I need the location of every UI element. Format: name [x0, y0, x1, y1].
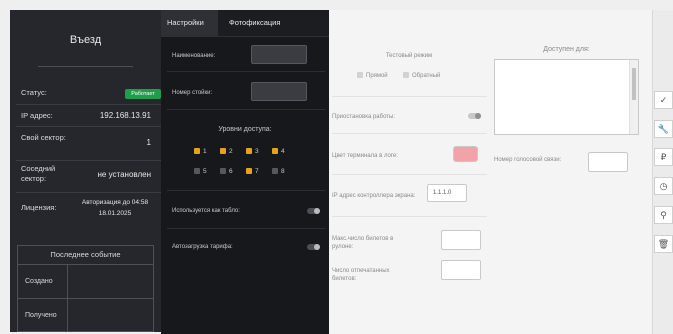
voice-number-input[interactable]	[588, 152, 628, 172]
name-input[interactable]	[251, 45, 307, 64]
max-tickets-label: Макс.число билетов в рулоне:	[332, 236, 394, 250]
list-scrollbar[interactable]	[629, 60, 638, 134]
last-event-table: Последнее событие Создано Получено	[17, 245, 154, 332]
display-controller-ip-input[interactable]: 1.1.1.0	[427, 184, 467, 202]
checkbox-checked-icon	[246, 148, 252, 154]
available-for-label: Доступен для:	[543, 46, 590, 53]
radio-icon	[403, 72, 409, 78]
name-label: Наименование:	[172, 53, 216, 59]
tab-photo-capture[interactable]: Фотофиксация	[229, 18, 280, 27]
logo-color-label: Цвет терминала в логе:	[332, 153, 398, 159]
entry-panel: Въезд Статус: Работает IP адрес: 192.168…	[10, 10, 161, 332]
checkbox-unchecked-icon	[220, 168, 226, 174]
divider	[16, 104, 161, 105]
divider	[167, 71, 325, 72]
radio-icon	[357, 72, 363, 78]
autoload-tariff-toggle[interactable]	[307, 244, 320, 250]
status-badge: Работает	[125, 89, 161, 99]
ruble-icon[interactable]: ₽	[654, 148, 673, 166]
test-mode-direct[interactable]: Прямой	[357, 72, 388, 80]
access-level-2[interactable]: 2	[220, 148, 233, 156]
access-level-8[interactable]: 8	[272, 168, 285, 176]
access-level-6[interactable]: 6	[220, 168, 233, 176]
pause-work-toggle[interactable]	[468, 113, 481, 119]
checkbox-checked-icon	[246, 168, 252, 174]
divider	[332, 96, 487, 97]
pause-work-label: Приостановка работы:	[332, 114, 395, 120]
table-col-line	[67, 265, 68, 332]
clock-icon[interactable]: ◷	[654, 177, 673, 195]
voice-number-label: Номер голосовой связи:	[494, 157, 562, 163]
access-level-4[interactable]: 4	[272, 148, 285, 156]
neighbor-sector-label: Соседний сектор:	[21, 164, 56, 183]
divider	[332, 133, 487, 134]
ip-label: IP адрес:	[21, 111, 53, 120]
scrollbar-thumb[interactable]	[632, 68, 636, 100]
checkbox-checked-icon	[194, 148, 200, 154]
checkbox-unchecked-icon	[272, 168, 278, 174]
action-toolbar	[652, 10, 673, 334]
table-row-line	[18, 298, 153, 299]
status-label: Статус:	[21, 88, 47, 97]
divider	[167, 228, 325, 229]
access-level-7[interactable]: 7	[246, 168, 259, 176]
divider	[167, 190, 325, 191]
license-label: Лицензия:	[21, 203, 57, 212]
display-controller-ip-label: IP адрес контроллера экрана:	[332, 193, 416, 199]
trash-icon[interactable]: 🗑	[654, 235, 673, 253]
access-levels-title: Уровни доступа:	[218, 126, 272, 133]
access-level-1[interactable]: 1	[194, 148, 207, 156]
autoload-tariff-label: Автозагрузка тарифа:	[172, 244, 233, 250]
printed-tickets-label: Число отпечатанных билетов:	[332, 268, 390, 282]
checkbox-unchecked-icon	[194, 168, 200, 174]
divider	[16, 126, 161, 127]
divider	[167, 109, 325, 110]
divider	[332, 174, 487, 175]
own-sector-label: Свой сектор:	[21, 133, 66, 142]
test-mode-reverse[interactable]: Обратный	[403, 72, 440, 80]
max-tickets-input[interactable]	[441, 230, 481, 250]
settings-panel: Настройки Фотофиксация Наименование: Ном…	[161, 10, 329, 334]
own-sector-value: 1	[146, 138, 151, 147]
printed-tickets-input[interactable]	[441, 260, 481, 280]
divider	[332, 216, 487, 217]
wrench-icon[interactable]: 🔧	[654, 120, 673, 138]
ip-value: 192.168.13.91	[99, 111, 151, 120]
entry-title: Въезд	[69, 34, 102, 46]
check-icon[interactable]: ✓	[654, 91, 673, 109]
tab-divider	[161, 36, 329, 37]
rack-number-label: Номер стойки:	[172, 90, 213, 96]
received-label: Получено	[25, 312, 57, 319]
award-icon[interactable]: ⚲	[654, 206, 673, 224]
table-row-line	[18, 264, 153, 265]
test-mode-title: Тестовый режим	[385, 53, 433, 59]
checkbox-checked-icon	[272, 148, 278, 154]
used-as-board-toggle[interactable]	[307, 208, 320, 214]
rack-number-input[interactable]	[251, 82, 307, 101]
terminal-options-panel: Тестовый режим Прямой Обратный Приостано…	[329, 10, 652, 334]
used-as-board-label: Используется как табло:	[172, 208, 240, 214]
available-for-list[interactable]	[494, 59, 639, 135]
checkbox-checked-icon	[220, 148, 226, 154]
divider	[16, 160, 161, 161]
license-value: Авторизация до 04:58 18.01.2025	[81, 199, 149, 217]
title-divider	[38, 66, 133, 67]
divider	[16, 192, 161, 193]
tab-settings[interactable]: Настройки	[167, 18, 204, 27]
tab-bar: Настройки Фотофиксация	[161, 10, 329, 36]
created-label: Создано	[25, 278, 53, 285]
access-level-5[interactable]: 5	[194, 168, 207, 176]
logo-color-swatch[interactable]	[453, 146, 478, 162]
last-event-title: Последнее событие	[50, 250, 121, 259]
access-level-3[interactable]: 3	[246, 148, 259, 156]
neighbor-sector-value: не установлен	[97, 170, 152, 179]
